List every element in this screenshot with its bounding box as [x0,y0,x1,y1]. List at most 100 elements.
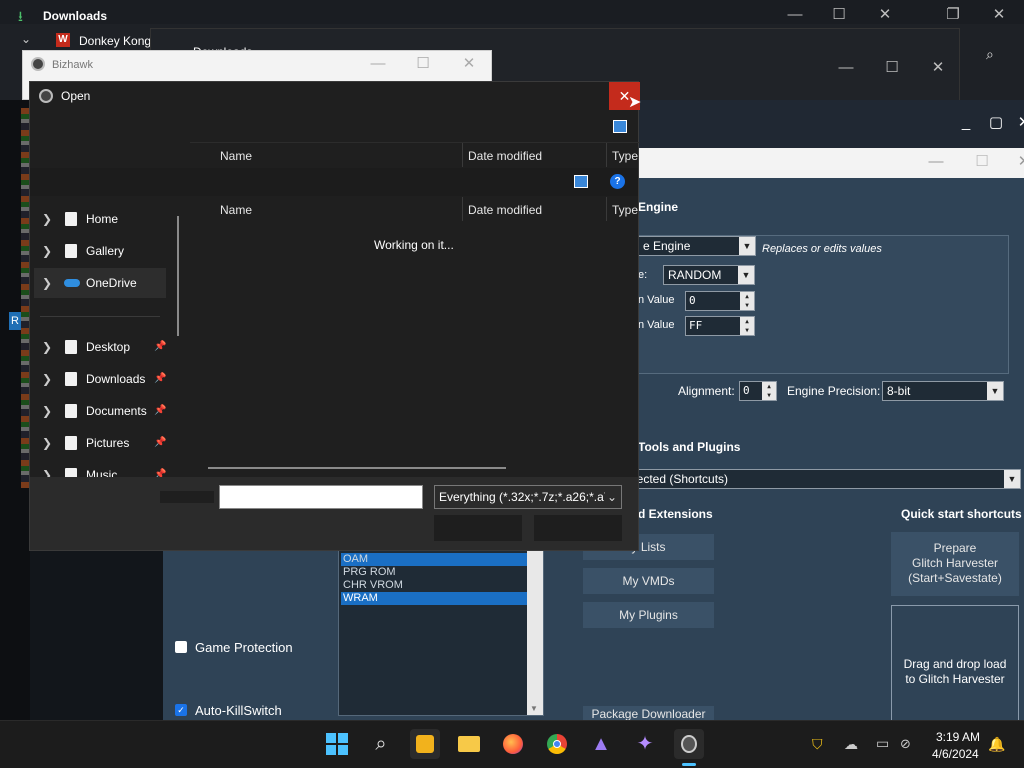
spin-arrows-icon[interactable]: ▲ ▼ [740,317,754,335]
app-triangle-icon[interactable]: ▲ [586,729,616,759]
volume-muted-icon[interactable]: ⊘ [900,736,911,752]
nav-item-pictures[interactable]: ❯ Pictures 📌 [34,428,166,458]
drag-drop-zone[interactable]: Drag and drop load to Glitch Harvester [891,605,1019,725]
auto-killswitch-checkbox[interactable]: ✓ [175,704,187,716]
col-type-header[interactable]: Type [612,149,638,163]
nav-scrollbar[interactable] [177,216,179,336]
col-type-header[interactable]: Type [612,203,638,217]
maximize-icon[interactable]: ☐ [959,151,1005,173]
memory-domains-list[interactable]: OAM PRG ROM CHR VROM WRAM ▼ [338,548,544,716]
list-scrollbar[interactable]: ▼ [527,549,543,715]
nav-item-desktop[interactable]: ❯ Desktop 📌 [34,332,166,362]
emulator-strip: R [0,100,30,720]
minimize-icon[interactable]: — [823,57,869,79]
tab-donkey-kong[interactable]: W Donkey Kong [52,30,162,52]
chevron-right-icon[interactable]: ❯ [42,428,52,458]
nav-item-downloads[interactable]: ❯ Downloads 📌 [34,364,166,394]
my-vmds-button[interactable]: My VMDs [583,568,714,594]
restore-icon[interactable]: ❐ [930,4,976,26]
cancel-button[interactable] [534,515,622,541]
nav-item-onedrive[interactable]: ❯ OneDrive [34,268,166,298]
nav-item-home[interactable]: ❯ Home [34,204,166,234]
close-icon[interactable]: ✕ [446,53,492,75]
downloads-window-title: Downloads [43,9,108,23]
type-select[interactable]: RANDOM ▼ [663,265,755,285]
chevron-right-icon[interactable]: ❯ [42,204,52,234]
chevron-right-icon[interactable]: ❯ [42,332,52,362]
notification-bell-icon[interactable]: 🔔 [988,736,1005,753]
max-value-input[interactable]: FF ▲ ▼ [685,316,755,336]
alignment-input[interactable]: 0 ▲ ▼ [739,381,777,401]
open-button[interactable] [434,515,522,541]
col-date-header[interactable]: Date modified [468,149,542,163]
preview-pane-icon[interactable] [574,175,588,188]
search-icon[interactable]: ⌕ [366,729,396,759]
chevron-right-icon[interactable]: ❯ [42,396,52,426]
gallery-icon [65,244,77,258]
minimize-icon[interactable]: — [913,151,959,173]
search-icon[interactable]: ⌕ [986,46,994,63]
maximize-icon[interactable]: ☐ [869,57,915,79]
domain-item-1[interactable]: PRG ROM [341,566,527,579]
engine-select-value: e Engine [643,239,691,253]
tools-select[interactable]: lected (Shortcuts) ▼ [629,469,1021,489]
horizontal-scrollbar[interactable] [208,467,506,469]
precision-select[interactable]: 8-bit ▼ [882,381,1004,401]
close-icon[interactable]: ✕ [915,57,961,79]
clock-time[interactable]: 3:19 AM [936,730,980,744]
bizhawk-taskbar-icon[interactable] [674,729,704,759]
file-type-value: Everything (*.32x;*.7z;*.a26;*.a7 [439,490,611,504]
chevron-right-icon[interactable]: ❯ [42,364,52,394]
prepare-glitch-harvester-button[interactable]: Prepare Glitch Harvester (Start+Savestat… [891,532,1019,596]
chrome-icon[interactable] [542,729,572,759]
bizhawk-glyph [681,735,697,753]
maximize-icon[interactable]: ☐ [400,53,446,75]
display-icon[interactable]: ▭ [876,735,889,752]
game-protection-checkbox[interactable] [175,641,187,653]
firefox-icon[interactable] [498,729,528,759]
col-date-header[interactable]: Date modified [468,203,542,217]
engine-description: Replaces or edits values [762,243,882,255]
spin-arrows-icon[interactable]: ▲ ▼ [762,382,776,400]
spin-arrows-icon[interactable]: ▲ ▼ [740,292,754,310]
close-icon[interactable]: ✕ [862,4,908,26]
min-value-input[interactable]: 0 ▲ ▼ [685,291,755,311]
preview-pane-icon[interactable] [613,120,627,133]
close-icon[interactable]: ✕ [1001,151,1024,173]
my-plugins-button[interactable]: My Plugins [583,602,714,628]
network-off-icon[interactable]: ☁ [844,736,858,753]
chevron-down-icon: ▼ [738,266,754,284]
pre-app-icon[interactable] [410,729,440,759]
filename-input[interactable] [219,485,423,509]
nav-item-gallery[interactable]: ❯ Gallery [34,236,166,266]
cloud-icon [64,279,80,287]
chevron-right-icon[interactable]: ❯ [42,268,52,298]
help-icon[interactable]: ? [610,174,625,189]
close-icon[interactable]: ✕ [1001,112,1024,134]
dialog-title: Open [61,89,91,103]
app-mask-icon[interactable]: ✦ [630,729,660,759]
domain-item-2[interactable]: CHR VROM [341,579,527,592]
minimize-icon[interactable]: — [772,4,818,26]
file-explorer-icon[interactable] [454,729,484,759]
chevron-right-icon[interactable]: ❯ [42,236,52,266]
engine-select[interactable]: e Engine ▼ [638,236,756,256]
nav-item-documents[interactable]: ❯ Documents 📌 [34,396,166,426]
scroll-down-icon[interactable]: ▼ [530,704,538,713]
documents-icon [65,404,77,418]
prepare-label: Prepare Glitch Harvester (Start+Savestat… [908,541,1002,585]
domain-item-3[interactable]: WRAM [341,592,527,605]
security-warning-icon[interactable]: ⛉ [812,736,823,753]
clock-date[interactable]: 4/6/2024 [932,747,979,761]
start-windows-icon[interactable] [322,729,352,759]
minimize-icon[interactable]: — [355,53,401,75]
chevron-down-icon[interactable]: ⌄ [21,32,31,46]
col-name-header[interactable]: Name [220,149,252,163]
file-type-select[interactable]: Everything (*.32x;*.7z;*.a26;*.a7 ⌄ [434,485,622,509]
col-name-header[interactable]: Name [220,203,252,217]
maximize-icon[interactable]: ☐ [816,4,862,26]
close-icon[interactable]: ✕ [976,4,1022,26]
dialog-app-icon [39,89,53,103]
folder-glyph [458,736,480,752]
domain-item-0[interactable]: OAM [341,553,527,566]
